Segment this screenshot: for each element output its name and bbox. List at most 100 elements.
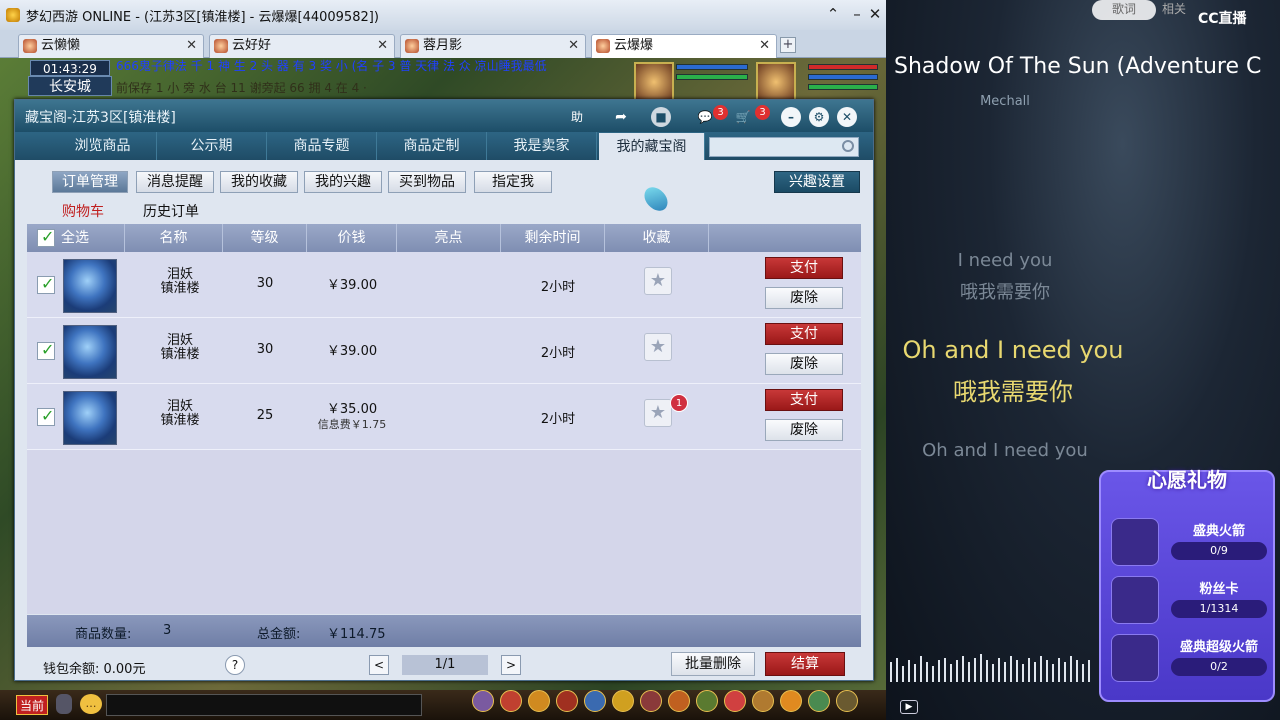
chat-icon[interactable]: 💬 <box>695 107 715 127</box>
tab-topics[interactable]: 商品专题 <box>267 132 377 160</box>
chat-input[interactable] <box>106 694 422 716</box>
next-page-button[interactable]: > <box>501 655 521 675</box>
row-checkbox[interactable]: ✓ <box>37 406 55 426</box>
my-interests-button[interactable]: 我的兴趣 <box>304 171 382 193</box>
cart-summary-bar: 商品数量: 3 总金额: ￥114.75 <box>27 615 861 647</box>
player-avatar[interactable] <box>756 62 796 102</box>
row-checkbox[interactable]: ✓ <box>37 340 55 360</box>
skill-icon[interactable] <box>500 690 522 712</box>
cart-link[interactable]: 购物车 <box>62 201 104 221</box>
remove-button[interactable]: 废除 <box>765 419 843 441</box>
settings-gear-icon[interactable]: ⚙ <box>809 107 829 127</box>
close-tab-icon[interactable]: ✕ <box>377 35 388 57</box>
related-button[interactable]: 相关 <box>1162 0 1202 20</box>
help-icon[interactable]: ? <box>225 655 245 675</box>
header-time-left: 剩余时间 <box>501 224 605 252</box>
skill-icon[interactable] <box>584 690 606 712</box>
chat-channel-button[interactable]: 当前 <box>16 695 48 715</box>
tab-custom[interactable]: 商品定制 <box>377 132 487 160</box>
window-title: 梦幻西游 ONLINE - (江苏3区[镇淮楼] - 云爆爆[44009582]… <box>26 9 379 25</box>
close-tab-icon[interactable]: ✕ <box>568 35 579 57</box>
microphone-icon[interactable] <box>56 694 72 714</box>
lyrics-button[interactable]: 歌词 <box>1092 0 1156 20</box>
search-input[interactable] <box>709 137 859 157</box>
shop-header: 藏宝阁-江苏3区[镇淮楼] 助 ➦ ■ 💬 3 🛒 3 – ⚙ ✕ <box>15 100 873 132</box>
item-name: 泪妖 镇淮楼 <box>145 400 215 428</box>
pet-portrait[interactable] <box>63 325 117 379</box>
search-icon[interactable] <box>842 140 854 152</box>
cart-icon[interactable]: 🛒 <box>733 107 753 127</box>
interest-settings-button[interactable]: 兴趣设置 <box>774 171 860 193</box>
client-tab-3[interactable]: 蓉月影 ✕ <box>400 34 586 58</box>
skill-icon[interactable] <box>668 690 690 712</box>
help-button[interactable]: 助 <box>567 107 587 127</box>
emoji-icon[interactable]: … <box>80 694 102 714</box>
total-amount-label: 总金额: <box>257 627 301 642</box>
item-price: ￥39.00 <box>326 278 378 293</box>
tab-seller[interactable]: 我是卖家 <box>487 132 597 160</box>
batch-delete-button[interactable]: 批量删除 <box>671 652 755 676</box>
gift-progress: 0/9 <box>1171 542 1267 560</box>
skill-icon[interactable] <box>612 690 634 712</box>
message-reminder-button[interactable]: 消息提醒 <box>136 171 214 193</box>
wish-gift-widget[interactable]: 心愿礼物 盛典火箭 0/9 粉丝卡 1/1314 盛典超级火箭 0/2 <box>1099 468 1275 702</box>
pet-portrait[interactable] <box>63 391 117 445</box>
my-favorites-button[interactable]: 我的收藏 <box>220 171 298 193</box>
favorite-star-icon[interactable]: ★ <box>644 333 672 361</box>
shop-footer: 钱包余额: 0.00元 ? < 1/1 > 批量删除 结算 <box>15 648 873 681</box>
player-mp-bar <box>808 74 878 80</box>
purchased-items-button[interactable]: 买到物品 <box>388 171 466 193</box>
skill-icon[interactable] <box>752 690 774 712</box>
skill-icon[interactable] <box>724 690 746 712</box>
select-all-checkbox[interactable]: ✓ <box>37 227 55 247</box>
checkout-button[interactable]: 结算 <box>765 652 845 676</box>
client-tab-bar: 云懒懒 ✕ 云好好 ✕ 蓉月影 ✕ 云爆爆 ✕ + <box>0 30 886 59</box>
pet-avatar[interactable] <box>634 62 674 102</box>
collapse-icon[interactable]: ⌃ <box>822 4 844 24</box>
item-level: 30 <box>256 276 274 291</box>
pet-portrait[interactable] <box>63 259 117 313</box>
minimize-shop-icon[interactable]: – <box>781 107 801 127</box>
skill-icon[interactable] <box>808 690 830 712</box>
skill-icon[interactable] <box>836 690 858 712</box>
location-label[interactable]: 长安城 <box>28 76 112 96</box>
designated-me-button[interactable]: 指定我 <box>474 171 552 193</box>
lyric-previous-en: I need you <box>957 250 1053 271</box>
item-price: ￥39.00 <box>326 344 378 359</box>
header-select-all[interactable]: 全选 <box>61 224 125 252</box>
order-management-button[interactable]: 订单管理 <box>52 171 128 193</box>
close-window-button[interactable]: ✕ <box>864 4 886 24</box>
share-icon[interactable]: ➦ <box>611 107 631 127</box>
gift-row[interactable]: 粉丝卡 1/1314 <box>1109 574 1269 628</box>
add-tab-button[interactable]: + <box>780 37 796 53</box>
client-tab-2[interactable]: 云好好 ✕ <box>209 34 395 58</box>
row-checkbox[interactable]: ✓ <box>37 274 55 294</box>
close-tab-icon[interactable]: ✕ <box>186 35 197 57</box>
client-tab-4[interactable]: 云爆爆 ✕ <box>591 34 777 59</box>
tab-my-shop[interactable]: 我的藏宝阁 <box>599 133 705 160</box>
skill-icon[interactable] <box>472 690 494 712</box>
gift-row[interactable]: 盛典超级火箭 0/2 <box>1109 632 1269 686</box>
close-tab-icon[interactable]: ✕ <box>759 35 770 57</box>
client-tab-1[interactable]: 云懒懒 ✕ <box>18 34 204 58</box>
item-price: ￥35.00 <box>326 402 378 417</box>
skill-icon[interactable] <box>780 690 802 712</box>
item-level: 25 <box>256 408 274 423</box>
favorite-star-icon[interactable]: ★ <box>644 399 672 427</box>
gift-row[interactable]: 盛典火箭 0/9 <box>1109 516 1269 570</box>
stop-icon[interactable]: ■ <box>651 107 671 127</box>
skill-icon[interactable] <box>528 690 550 712</box>
play-icon[interactable]: ▶ <box>900 700 918 714</box>
item-time-left: 2小时 <box>540 280 576 295</box>
prev-page-button[interactable]: < <box>369 655 389 675</box>
header-level: 等级 <box>223 224 307 252</box>
item-info-fee: 信息费￥1.75 <box>317 418 387 431</box>
history-orders-link[interactable]: 历史订单 <box>143 201 199 221</box>
favorite-star-icon[interactable]: ★ <box>644 267 672 295</box>
tab-browse[interactable]: 浏览商品 <box>49 132 157 160</box>
skill-icon[interactable] <box>556 690 578 712</box>
tab-publicity[interactable]: 公示期 <box>157 132 267 160</box>
skill-icon[interactable] <box>640 690 662 712</box>
close-shop-icon[interactable]: ✕ <box>837 107 857 127</box>
skill-icon[interactable] <box>696 690 718 712</box>
